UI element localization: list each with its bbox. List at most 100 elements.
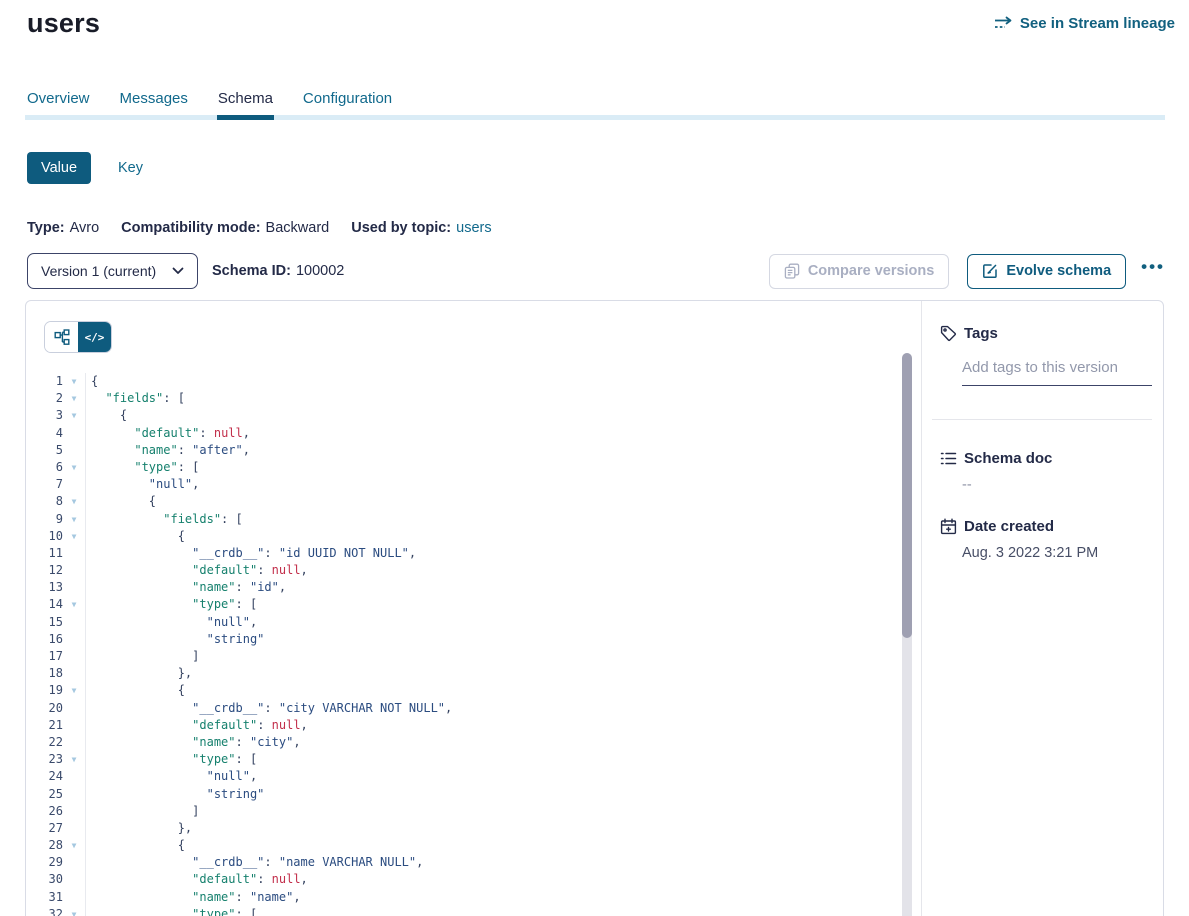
tab-schema[interactable]: Schema [218,90,273,107]
more-actions-button[interactable]: ••• [1141,262,1165,280]
fold-arrow-icon[interactable]: ▼ [63,528,85,545]
chevron-down-icon [172,267,184,275]
fold-spacer [63,871,85,888]
tab-overview[interactable]: Overview [27,90,90,107]
code-text: "default": null, [85,871,901,888]
line-number: 1 [26,373,63,390]
fold-spacer [63,854,85,871]
schema-editor: </> 1▼{2▼ "fields": [3▼ {4 "default": nu… [26,301,921,916]
fold-arrow-icon[interactable]: ▼ [63,373,85,390]
code-view-icon: </> [85,331,105,344]
code-line: 13 "name": "id", [26,579,901,596]
code-text: "type": [ [85,459,901,476]
fold-arrow-icon[interactable]: ▼ [63,751,85,768]
line-number: 30 [26,871,63,888]
tab-configuration[interactable]: Configuration [303,90,392,107]
add-tags-input[interactable] [962,357,1152,386]
fold-spacer [63,700,85,717]
code-text: "__crdb__": "name VARCHAR NULL", [85,854,901,871]
code-line: 3▼ { [26,407,901,424]
code-text: "null", [85,476,901,493]
calendar-plus-icon [940,518,957,535]
fold-spacer [63,442,85,459]
code-text: "__crdb__": "id UUID NOT NULL", [85,545,901,562]
fold-spacer [63,820,85,837]
fold-spacer [63,562,85,579]
code-text: "default": null, [85,717,901,734]
version-select[interactable]: Version 1 (current) [27,253,198,289]
fold-arrow-icon[interactable]: ▼ [63,511,85,528]
schema-doc-value: -- [962,477,972,493]
code-line: 10▼ { [26,528,901,545]
compatibility-value: Backward [266,220,330,236]
key-tab-link[interactable]: Key [118,160,143,176]
code-text: { [85,682,901,699]
code-text: "default": null, [85,562,901,579]
line-number: 16 [26,631,63,648]
code-line: 19▼ { [26,682,901,699]
evolve-schema-button[interactable]: Evolve schema [967,254,1126,289]
code-text: "name": "city", [85,734,901,751]
code-view-button[interactable]: </> [78,322,111,352]
line-number: 24 [26,768,63,785]
compare-versions-button[interactable]: Compare versions [769,254,950,289]
code-text: "name": "name", [85,889,901,906]
fold-spacer [63,476,85,493]
editor-scrollbar[interactable] [902,353,912,916]
fold-arrow-icon[interactable]: ▼ [63,407,85,424]
code-line: 24 "null", [26,768,901,785]
date-created-value: Aug. 3 2022 3:21 PM [962,545,1098,561]
line-number: 19 [26,682,63,699]
line-number: 22 [26,734,63,751]
code-text: ] [85,803,901,820]
code-line: 5 "name": "after", [26,442,901,459]
tree-view-button[interactable] [45,322,78,352]
code-text: }, [85,820,901,837]
fold-arrow-icon[interactable]: ▼ [63,390,85,407]
fold-spacer [63,648,85,665]
code-text: }, [85,665,901,682]
fold-spacer [63,579,85,596]
fold-arrow-icon[interactable]: ▼ [63,837,85,854]
schema-sidebar: Tags Schema doc -- [921,301,1163,916]
tree-view-icon [54,329,70,345]
date-created-section-heading: Date created [940,518,1054,535]
fold-spacer [63,889,85,906]
line-number: 9 [26,511,63,528]
code-text: "type": [ [85,596,901,613]
code-text: "fields": [ [85,511,901,528]
list-icon [940,450,957,467]
value-tab-button[interactable]: Value [27,152,91,184]
stream-lineage-link[interactable]: See in Stream lineage [994,15,1175,32]
fold-arrow-icon[interactable]: ▼ [63,596,85,613]
line-number: 3 [26,407,63,424]
line-number: 25 [26,786,63,803]
fold-spacer [63,631,85,648]
code-line: 9▼ "fields": [ [26,511,901,528]
fold-arrow-icon[interactable]: ▼ [63,459,85,476]
code-line: 26 ] [26,803,901,820]
line-number: 28 [26,837,63,854]
evolve-schema-label: Evolve schema [1006,263,1111,279]
editor-scrollbar-thumb[interactable] [902,353,912,638]
code-line: 29 "__crdb__": "name VARCHAR NULL", [26,854,901,871]
schema-meta-row: Type:Avro Compatibility mode:Backward Us… [27,220,492,236]
fold-spacer [63,734,85,751]
tab-messages[interactable]: Messages [120,90,188,107]
code-line: 11 "__crdb__": "id UUID NOT NULL", [26,545,901,562]
topic-users-link[interactable]: users [456,220,491,236]
schema-doc-heading-label: Schema doc [964,450,1052,467]
tabs: Overview Messages Schema Configuration [27,90,392,107]
code-line: 18 }, [26,665,901,682]
line-number: 11 [26,545,63,562]
fold-arrow-icon[interactable]: ▼ [63,682,85,699]
schema-id-value: 100002 [296,263,344,279]
fold-spacer [63,665,85,682]
code-text: "type": [ [85,906,901,916]
schema-id-field: Schema ID:100002 [212,263,344,279]
schema-controls-row: Version 1 (current) Schema ID:100002 Com… [27,253,1165,289]
tags-heading-label: Tags [964,325,998,342]
code-text: { [85,837,901,854]
fold-arrow-icon[interactable]: ▼ [63,906,85,916]
fold-arrow-icon[interactable]: ▼ [63,493,85,510]
